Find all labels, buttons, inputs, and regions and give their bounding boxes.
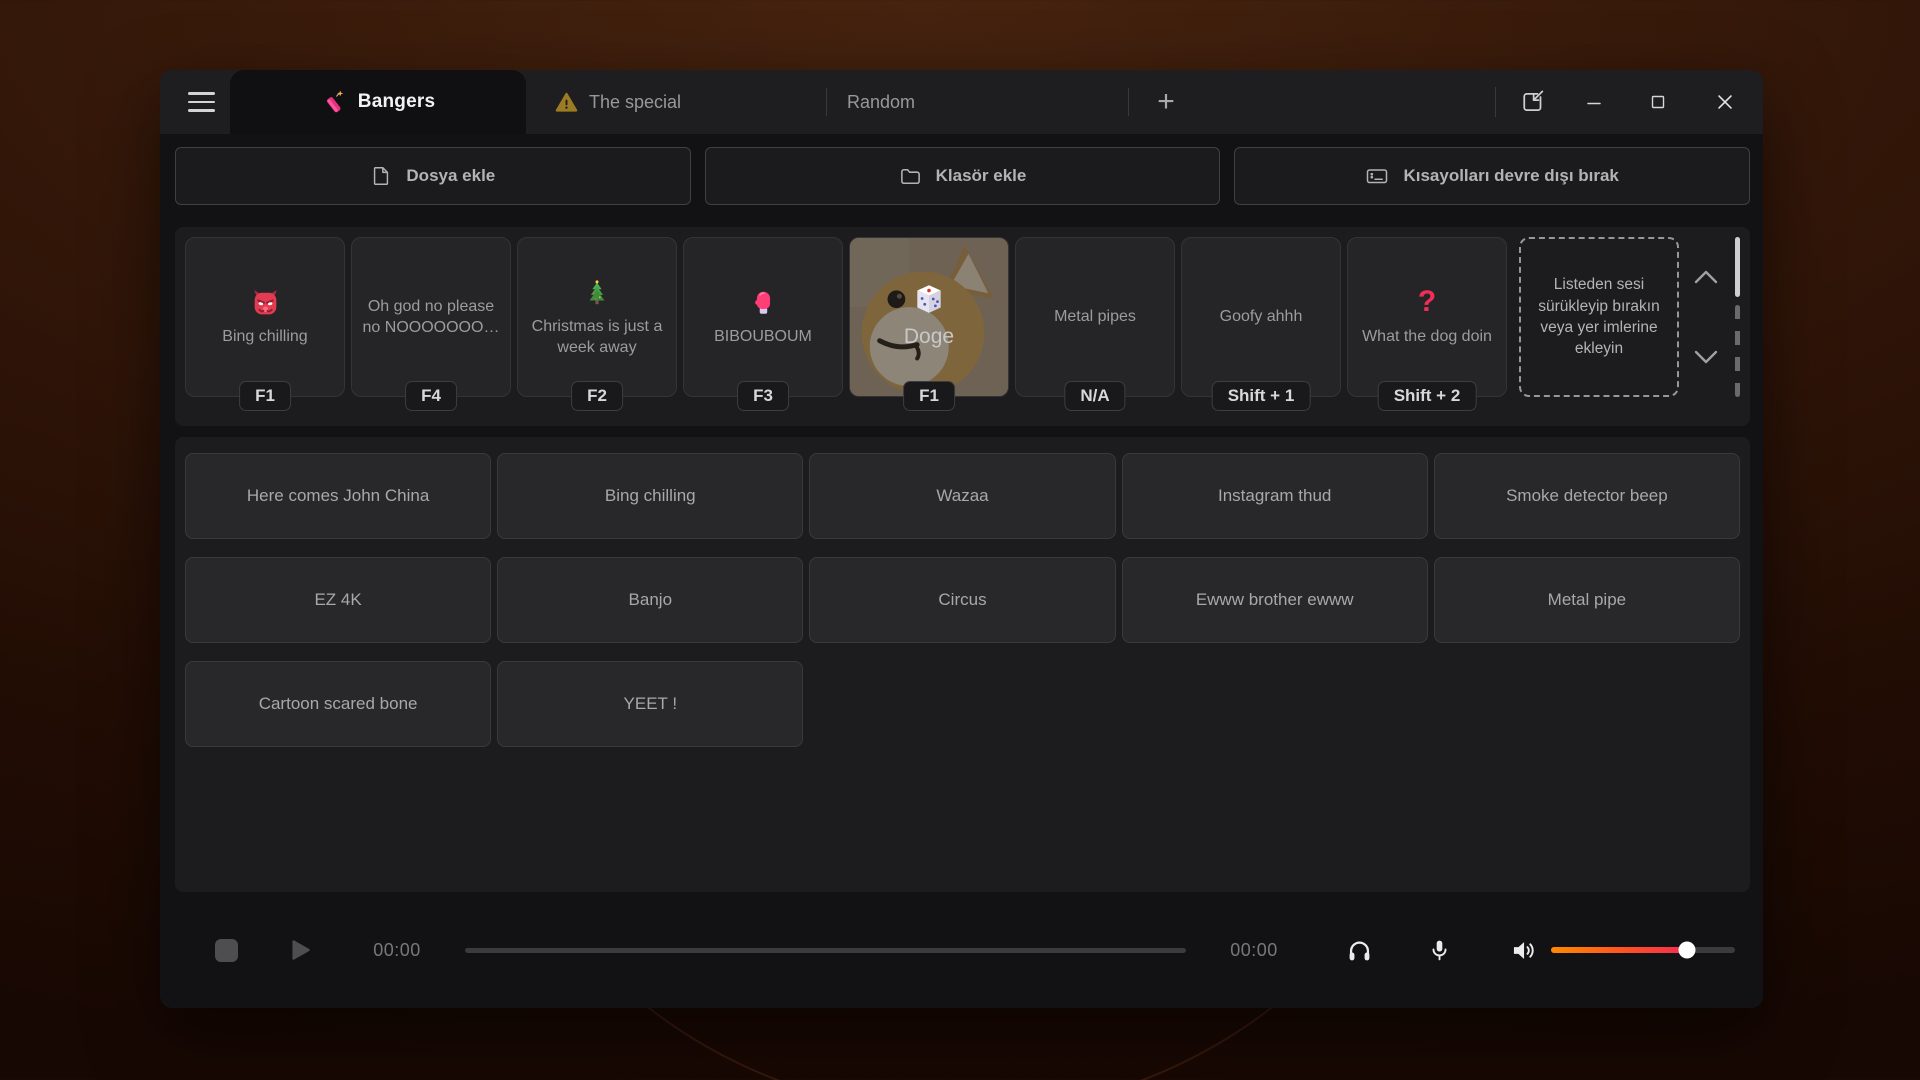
game-die-emoji-icon xyxy=(912,283,946,315)
hotkey-badge: F2 xyxy=(571,381,623,411)
doge-image xyxy=(850,238,1008,396)
sound-button[interactable]: Wazaa xyxy=(809,453,1115,539)
tab-bangers[interactable]: Bangers xyxy=(230,70,526,134)
elapsed-time: 00:00 xyxy=(357,940,437,961)
disable-shortcuts-button[interactable]: Kısayolları devre dışı bırak xyxy=(1234,147,1750,205)
hotkey-badge: F1 xyxy=(903,381,955,411)
sound-button[interactable]: Bing chilling xyxy=(497,453,803,539)
minimize-icon[interactable] xyxy=(1582,90,1606,114)
player-bar: 00:00 00:00 xyxy=(160,892,1763,1008)
keyboard-icon xyxy=(1365,164,1389,188)
folder-icon xyxy=(899,165,922,188)
scrollbar-thumb[interactable] xyxy=(1735,237,1740,297)
tab-label: Bangers xyxy=(358,91,435,113)
hotkey-badge: F4 xyxy=(405,381,457,411)
favorite-card[interactable]: Bing chilling F1 xyxy=(185,237,345,397)
ogre-emoji-icon xyxy=(249,286,282,318)
hotkey-badge: N/A xyxy=(1064,381,1125,411)
chevron-down-icon[interactable] xyxy=(1692,348,1720,366)
favorite-card[interactable]: Oh god no please no NOOOOOOO… F4 xyxy=(351,237,511,397)
favorite-card[interactable]: ? What the dog doin Shift + 2 xyxy=(1347,237,1507,397)
close-icon[interactable] xyxy=(1712,89,1738,115)
favorite-title: Bing chilling xyxy=(213,326,316,347)
scrollbar-track xyxy=(1735,305,1740,397)
christmas-tree-emoji-icon xyxy=(582,276,612,308)
seek-bar[interactable] xyxy=(465,948,1186,953)
tab-divider xyxy=(1128,88,1129,116)
play-button[interactable] xyxy=(287,937,313,963)
tab-label: The special xyxy=(589,92,681,113)
window-controls xyxy=(1495,70,1763,134)
favorite-title: Christmas is just a week away xyxy=(518,316,676,358)
chevron-up-icon[interactable] xyxy=(1692,268,1720,286)
hotkey-badge: F3 xyxy=(737,381,789,411)
menu-icon[interactable] xyxy=(188,92,215,112)
volume-icon[interactable] xyxy=(1510,937,1537,964)
sound-button[interactable]: Banjo xyxy=(497,557,803,643)
favorites-scrollbar[interactable] xyxy=(1735,237,1740,397)
boxing-glove-emoji-icon xyxy=(748,286,778,318)
hotkey-badge: Shift + 1 xyxy=(1212,381,1311,411)
favorite-card-doge[interactable]: Doge F1 xyxy=(849,237,1009,397)
total-time: 00:00 xyxy=(1214,940,1294,961)
sound-button[interactable]: YEET ! xyxy=(497,661,803,747)
favorite-title: BIBOUBOUM xyxy=(705,326,821,347)
add-file-label: Dosya ekle xyxy=(406,166,495,186)
favorite-title: Metal pipes xyxy=(1045,306,1145,327)
favorites-scroll-buttons xyxy=(1685,237,1727,397)
favorite-title: Oh god no please no NOOOOOOO… xyxy=(352,296,510,338)
warning-icon xyxy=(555,91,578,114)
toolbar: Dosya ekle Klasör ekle Kısayolları devre… xyxy=(175,147,1750,205)
favorite-card[interactable]: Goofy ahhh Shift + 1 xyxy=(1181,237,1341,397)
maximize-icon[interactable] xyxy=(1646,90,1670,114)
sound-button[interactable]: Cartoon scared bone xyxy=(185,661,491,747)
sound-grid: Here comes John China Bing chilling Waza… xyxy=(175,437,1750,892)
favorite-card[interactable]: Christmas is just a week away F2 xyxy=(517,237,677,397)
disable-shortcuts-label: Kısayolları devre dışı bırak xyxy=(1403,166,1618,186)
favorites-panel: Bing chilling F1 Oh god no please no NOO… xyxy=(175,227,1750,426)
favorite-title: What the dog doin xyxy=(1353,326,1501,347)
headphones-icon[interactable] xyxy=(1346,937,1373,964)
tab-the-special[interactable]: The special xyxy=(555,70,681,134)
favorite-title: Goofy ahhh xyxy=(1211,306,1312,327)
file-icon xyxy=(370,165,392,187)
sound-button[interactable]: Instagram thud xyxy=(1122,453,1428,539)
tab-bar: Bangers The special Random + xyxy=(160,70,1763,134)
favorite-title: Doge xyxy=(895,323,963,351)
hotkey-badge: Shift + 2 xyxy=(1378,381,1477,411)
favorite-card[interactable]: BIBOUBOUM F3 xyxy=(683,237,843,397)
hotkey-badge: F1 xyxy=(239,381,291,411)
red-question-mark-icon: ? xyxy=(1418,286,1436,318)
favorites-dropzone[interactable]: Listeden sesi sürükleyip bırakın veya ye… xyxy=(1519,237,1679,397)
app-window: Bangers The special Random + xyxy=(160,70,1763,1008)
volume-fill xyxy=(1551,947,1687,953)
tab-random[interactable]: Random xyxy=(847,70,915,134)
add-tab-button[interactable]: + xyxy=(1146,70,1186,134)
microphone-icon[interactable] xyxy=(1427,938,1452,963)
compact-mode-icon[interactable] xyxy=(1518,87,1548,117)
tab-divider xyxy=(826,88,827,116)
add-file-button[interactable]: Dosya ekle xyxy=(175,147,691,205)
sound-button[interactable]: Smoke detector beep xyxy=(1434,453,1740,539)
favorite-card[interactable]: Metal pipes N/A xyxy=(1015,237,1175,397)
controls-divider xyxy=(1495,87,1496,117)
volume-slider[interactable] xyxy=(1551,947,1735,953)
add-folder-button[interactable]: Klasör ekle xyxy=(705,147,1221,205)
firecracker-icon xyxy=(321,86,345,118)
tab-label: Random xyxy=(847,92,915,113)
dropzone-text: Listeden sesi sürükleyip bırakın veya ye… xyxy=(1527,274,1671,360)
stop-button[interactable] xyxy=(215,939,238,962)
sound-button[interactable]: Here comes John China xyxy=(185,453,491,539)
add-folder-label: Klasör ekle xyxy=(936,166,1027,186)
sound-button[interactable]: Metal pipe xyxy=(1434,557,1740,643)
sound-button[interactable]: Circus xyxy=(809,557,1115,643)
sound-button[interactable]: Ewww brother ewww xyxy=(1122,557,1428,643)
volume-thumb[interactable] xyxy=(1679,942,1696,959)
sound-button[interactable]: EZ 4K xyxy=(185,557,491,643)
